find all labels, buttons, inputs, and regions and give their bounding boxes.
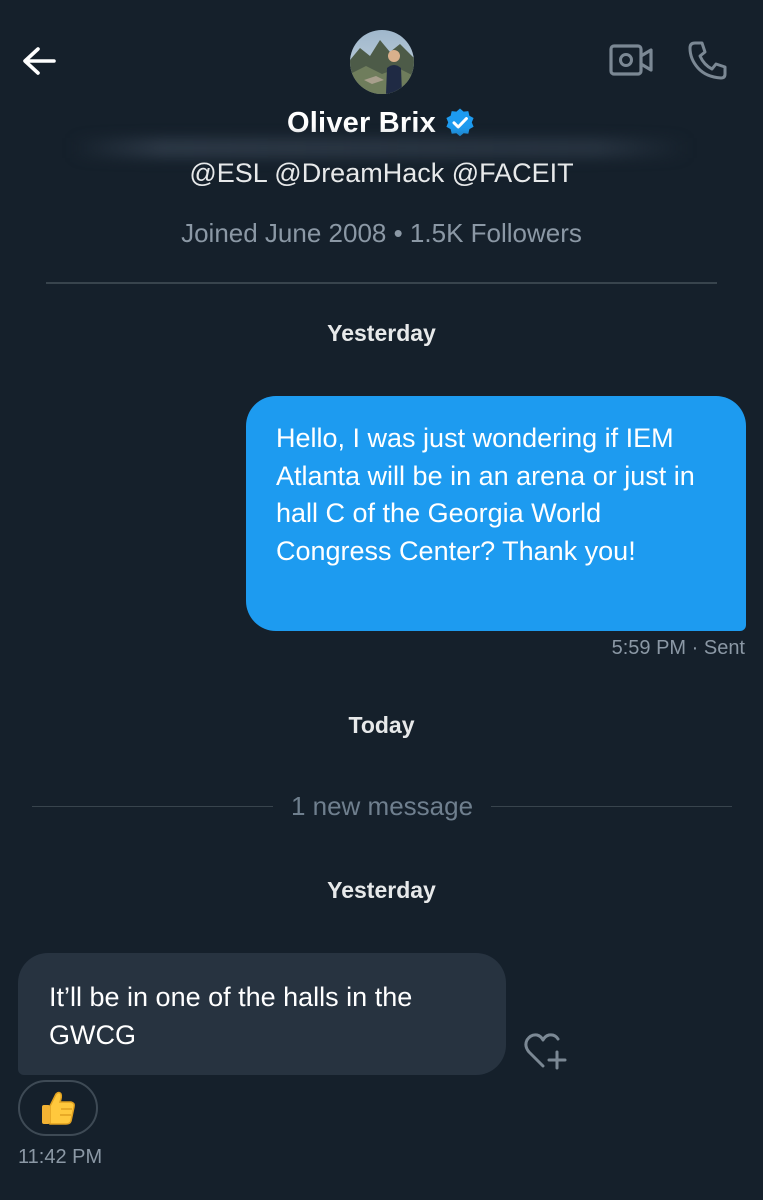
new-message-separator: 1 new message [32, 788, 733, 824]
phone-call-icon [688, 41, 727, 80]
incoming-message-text: It’ll be in one of the halls in the GWCG [49, 982, 413, 1050]
date-separator: Today [348, 712, 415, 738]
date-separator: Yesterday [327, 877, 436, 903]
verified-badge-icon [446, 108, 474, 137]
profile-join-followers: Joined June 2008 • 1.5K Followers [181, 218, 582, 248]
video-call-icon [609, 44, 653, 76]
back-arrow-icon [23, 47, 56, 75]
outgoing-message-text: Hello, I was just wondering if IEM Atlan… [276, 423, 695, 566]
profile-bio-handles: @ESL @DreamHack @FACEIT [189, 158, 574, 188]
separator-line [32, 805, 273, 807]
separator-line [491, 805, 733, 807]
add-reaction-heart-icon [524, 1033, 567, 1070]
reaction-thumbs-up[interactable] [18, 1080, 98, 1136]
phone-call-button[interactable] [686, 38, 730, 82]
add-reaction-button[interactable] [523, 1030, 569, 1072]
thumbs-up-emoji [42, 1091, 75, 1125]
back-button[interactable] [18, 40, 62, 84]
avatar[interactable] [350, 30, 414, 94]
dm-conversation-screen: Oliver Brix @ESL @DreamHack @FACEIT Join… [0, 0, 763, 1200]
outgoing-message-bubble[interactable]: Hello, I was just wondering if IEM Atlan… [246, 396, 746, 631]
incoming-message-bubble[interactable]: It’ll be in one of the halls in the GWCG [18, 953, 506, 1075]
display-name[interactable]: Oliver Brix [287, 107, 436, 140]
blurred-bio-text [70, 138, 690, 158]
incoming-message-time: 11:42 PM [18, 1146, 103, 1168]
video-call-button[interactable] [608, 40, 654, 80]
date-separator: Yesterday [327, 320, 436, 346]
conversation-header: Oliver Brix [0, 0, 763, 160]
outgoing-message-meta: 5:59 PM · Sent [611, 637, 745, 659]
header-divider [46, 282, 717, 284]
new-message-label: 1 new message [290, 790, 474, 821]
